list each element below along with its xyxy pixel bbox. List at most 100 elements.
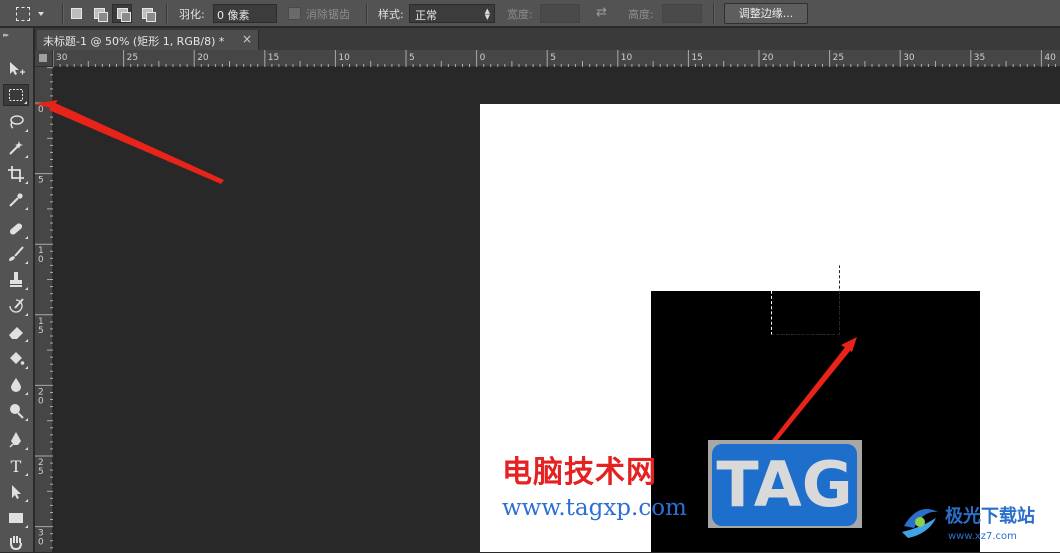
width-input[interactable] — [540, 4, 580, 23]
style-select[interactable]: 正常 ▲ ▼ — [409, 4, 495, 23]
lasso-icon — [10, 115, 24, 129]
tool-group-indicator — [25, 499, 28, 502]
style-select-value: 正常 — [415, 9, 437, 22]
dodge-tool[interactable] — [3, 400, 29, 422]
watermark-logo-text: 极光下载站 — [945, 506, 1035, 527]
tool-group-indicator — [25, 261, 28, 264]
height-label: 高度: — [628, 8, 654, 21]
tool-group-indicator — [25, 313, 28, 316]
healing-brush-tool[interactable] — [3, 218, 29, 240]
subtract-from-selection-button[interactable] — [112, 4, 132, 23]
rectangular-marquee-tool[interactable] — [3, 84, 29, 106]
rectangular-marquee-icon — [9, 89, 23, 101]
eyedropper-tool[interactable] — [3, 189, 29, 211]
bandage-icon — [9, 223, 23, 235]
tool-group-indicator — [25, 236, 28, 239]
feather-label: 羽化: — [179, 8, 205, 21]
watermark-site-name: 电脑技术网 — [502, 455, 657, 490]
ruler-label: 5 — [550, 53, 556, 63]
marquee-selection[interactable] — [771, 265, 840, 335]
blur-tool[interactable] — [3, 374, 29, 396]
eraser-tool[interactable] — [3, 321, 29, 343]
ruler-label: 30 — [56, 53, 68, 63]
history-brush-tool[interactable] — [3, 295, 29, 317]
paint-bucket-tool[interactable] — [3, 348, 29, 370]
height-input[interactable] — [662, 4, 702, 23]
divider — [62, 3, 64, 24]
ruler-label: 0 — [38, 105, 44, 115]
crop-tool[interactable] — [3, 163, 29, 185]
ruler-label: 5 — [38, 176, 44, 186]
tool-group-indicator — [25, 447, 28, 450]
ruler-label: 20 — [762, 53, 774, 63]
refine-edge-button[interactable]: 调整边缘... — [724, 3, 808, 24]
feather-input[interactable]: 0 像素 — [213, 4, 277, 23]
ruler-label: 10 — [621, 53, 633, 63]
brush-tool[interactable] — [3, 243, 29, 265]
tool-group-indicator — [25, 473, 28, 476]
paint-bucket-icon — [10, 352, 25, 365]
tool-group-indicator — [25, 155, 28, 158]
options-bar: 羽化: 0 像素 消除锯齿 样式: 正常 ▲ ▼ 宽度: ⇄ 高度: 调整边缘..… — [0, 0, 1060, 27]
add-selection-icon — [93, 8, 108, 22]
anti-alias-checkbox[interactable] — [288, 7, 301, 20]
tool-group-indicator — [25, 287, 28, 290]
document-tab[interactable]: 未标题-1 @ 50% (矩形 1, RGB/8) * × — [37, 30, 259, 50]
hand-tool[interactable] — [3, 531, 29, 553]
hand-icon — [10, 536, 22, 551]
ruler-origin[interactable] — [35, 50, 53, 67]
tool-group-indicator — [25, 181, 28, 184]
pen-tool[interactable] — [3, 429, 29, 451]
move-tool[interactable] — [3, 58, 29, 80]
tool-group-indicator — [25, 129, 28, 132]
ruler-label: 15 — [268, 53, 279, 63]
ruler-label: 0 — [38, 255, 44, 265]
clone-stamp-tool[interactable] — [3, 269, 29, 291]
type-icon: T — [10, 456, 22, 476]
new-selection-button[interactable] — [66, 4, 86, 23]
stamp-icon — [10, 272, 22, 287]
rectangle-tool[interactable] — [3, 507, 29, 529]
history-brush-icon — [9, 298, 24, 313]
swap-width-height-icon[interactable]: ⇄ — [596, 5, 607, 20]
magic-wand-tool[interactable] — [3, 137, 29, 159]
eraser-icon — [9, 327, 23, 339]
divider — [166, 3, 168, 24]
dodge-icon — [10, 404, 24, 419]
ruler-label: 5 — [38, 467, 44, 477]
path-selection-tool[interactable] — [3, 481, 29, 503]
blur-drop-icon — [11, 378, 21, 392]
brush-icon — [9, 246, 24, 261]
ruler-origin-icon — [39, 54, 47, 62]
type-tool[interactable]: T — [3, 455, 29, 477]
ruler-label: 30 — [903, 53, 915, 63]
watermark-logo-url: www.xz7.com — [948, 531, 1017, 542]
document-tab-title: 未标题-1 @ 50% (矩形 1, RGB/8) * — [43, 35, 225, 48]
marquee-selection-edge — [771, 265, 840, 335]
width-label: 宽度: — [507, 8, 533, 21]
tool-group-indicator — [25, 207, 28, 210]
ruler-label: 20 — [197, 53, 209, 63]
style-label: 样式: — [378, 8, 404, 21]
lasso-tool[interactable] — [3, 111, 29, 133]
panel-collapse-icon[interactable]: ▸▸ — [3, 31, 9, 39]
vertical-ruler[interactable]: 051015202530 — [35, 67, 53, 552]
ruler-label: 5 — [38, 326, 44, 336]
add-to-selection-button[interactable] — [89, 4, 109, 23]
tool-group-indicator — [25, 339, 28, 342]
ruler-label: 35 — [974, 53, 985, 63]
aurora-logo-icon — [902, 509, 938, 538]
path-selection-icon — [12, 485, 21, 499]
tool-group-indicator — [25, 418, 28, 421]
divider — [366, 3, 368, 24]
subtract-selection-icon — [116, 8, 131, 22]
close-icon[interactable]: × — [242, 32, 252, 46]
horizontal-ruler-ticks: 30 25 20 15 10 5 0 5 10 15 20 25 30 35 40 — [53, 50, 1056, 67]
magic-wand-icon — [9, 141, 23, 155]
tool-preset-picker[interactable] — [16, 4, 54, 23]
ruler-label: 15 — [691, 53, 702, 63]
ruler-label: 25 — [127, 53, 138, 63]
watermark-site-url: www.tagxp.com — [502, 495, 687, 521]
intersect-selection-button[interactable] — [137, 4, 157, 23]
horizontal-ruler[interactable]: 30 25 20 15 10 5 0 5 10 15 20 25 30 35 40 — [53, 50, 1060, 67]
